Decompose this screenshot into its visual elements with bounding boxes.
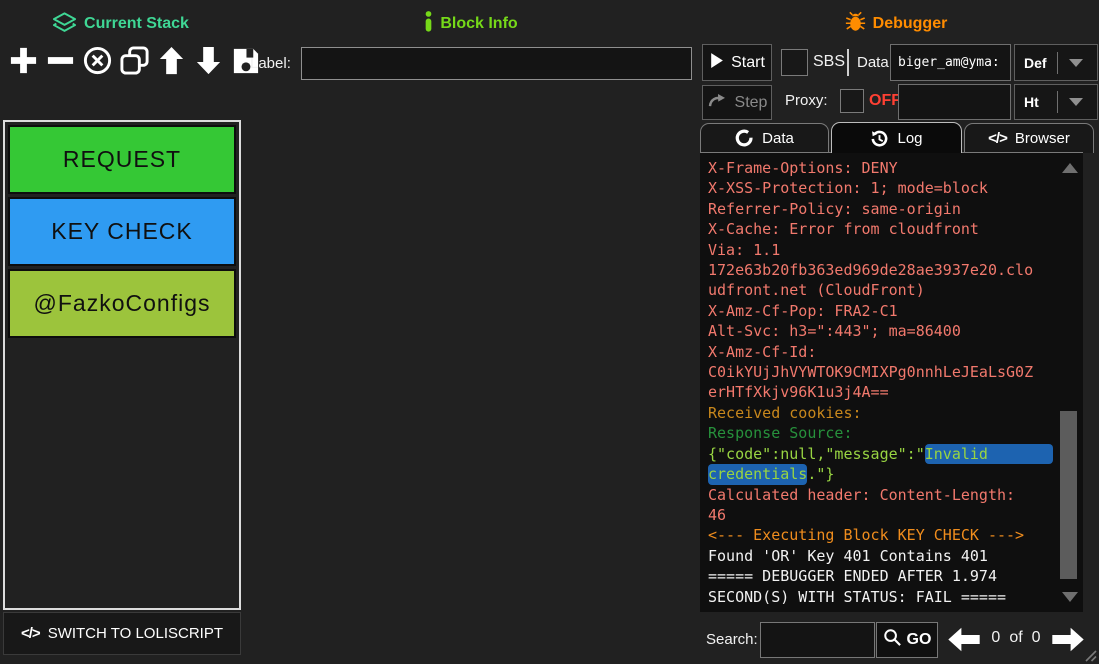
step-button[interactable]: Step: [702, 85, 772, 120]
proxy-type-dropdown[interactable]: Ht: [1014, 84, 1098, 120]
log-line: X-Frame-Options: DENY: [708, 158, 1053, 178]
clear-button[interactable]: [80, 46, 114, 80]
proxy-input[interactable]: [898, 84, 1011, 120]
log-line: SECOND(S) WITH STATUS: FAIL =====: [708, 587, 1053, 607]
remove-button[interactable]: [43, 46, 77, 80]
current-stack-title: Current Stack: [84, 15, 189, 33]
log-scrollbar[interactable]: [1059, 157, 1079, 608]
tab-data[interactable]: Data: [700, 123, 829, 153]
debugger-header: Debugger: [701, 12, 1091, 36]
log-line: Alt-Svc: h3=":443"; ma=86400: [708, 321, 1053, 341]
proxy-caption: Proxy:: [785, 92, 828, 109]
play-icon: [709, 52, 724, 74]
search-icon: [883, 628, 902, 652]
log-line: Referrer-Policy: same-origin: [708, 199, 1053, 219]
log-line: credentials."}: [708, 464, 1053, 484]
clone-icon: [119, 45, 150, 81]
block-info-title: Block Info: [440, 15, 517, 33]
log-line: C0ikYUjJhVYWTOK9CMIXPg0nnhLeJEaLsG0Z: [708, 362, 1053, 382]
log-content[interactable]: X-Frame-Options: DENYX-XSS-Protection: 1…: [708, 158, 1053, 608]
log-line: {"code":null,"message":"Invalid: [708, 444, 1053, 464]
log-line: <--- Executing Block KEY CHECK --->: [708, 525, 1053, 545]
debugger-title: Debugger: [873, 15, 948, 33]
previous-result-button[interactable]: [947, 626, 981, 653]
wordlist-type-value: Def: [1015, 55, 1055, 71]
search-go-button[interactable]: GO: [876, 622, 938, 658]
switch-to-loliscript-button[interactable]: </> SWITCH TO LOLISCRIPT: [3, 612, 241, 655]
scroll-up-icon[interactable]: [1062, 163, 1078, 173]
block-label-input[interactable]: [301, 47, 692, 80]
scrollbar-thumb[interactable]: [1060, 411, 1077, 579]
stack-block[interactable]: REQUEST: [8, 125, 236, 194]
log-line: X-Amz-Cf-Pop: FRA2-C1: [708, 301, 1053, 321]
log-line: 46: [708, 505, 1053, 525]
current-stack-header: Current Stack: [0, 12, 241, 36]
log-line: Response Source:: [708, 423, 1053, 443]
log-line: X-XSS-Protection: 1; mode=block: [708, 178, 1053, 198]
result-of-label: of: [1009, 629, 1022, 647]
sbs-label: SBS: [813, 53, 845, 71]
chevron-down-icon: [1069, 59, 1083, 67]
proxy-status-badge: OFF: [869, 92, 901, 110]
dropdown-divider: [1057, 91, 1058, 113]
layers-icon: [52, 11, 77, 38]
refresh-circle-icon: [735, 129, 754, 148]
data-caption: Data:: [857, 54, 893, 71]
scroll-down-icon[interactable]: [1062, 592, 1078, 602]
move-up-icon: [156, 45, 187, 81]
add-icon: [8, 45, 39, 81]
stack-toolbar: [6, 46, 262, 80]
chevron-down-icon: [1069, 98, 1083, 106]
info-icon: [424, 11, 433, 37]
debugger-log-panel: X-Frame-Options: DENYX-XSS-Protection: 1…: [700, 152, 1083, 612]
vertical-divider: [847, 49, 849, 76]
result-position: 0: [991, 629, 1000, 647]
step-redo-icon: [707, 93, 728, 113]
log-line: Received cookies:: [708, 403, 1053, 423]
next-result-button[interactable]: [1051, 626, 1085, 653]
log-line: ===== DEBUGGER ENDED AFTER 1.974: [708, 566, 1053, 586]
current-stack-panel: REQUESTKEY CHECK@FazkoConfigs: [3, 120, 241, 610]
dropdown-divider: [1057, 52, 1058, 74]
search-input[interactable]: [760, 622, 875, 658]
bug-icon: [845, 11, 866, 37]
tab-browser[interactable]: </> Browser: [964, 123, 1094, 153]
log-line: udfront.net (CloudFront): [708, 280, 1053, 300]
tab-log[interactable]: Log: [831, 122, 962, 153]
log-line: Calculated header: Content-Length:: [708, 485, 1053, 505]
clear-icon: [82, 45, 113, 81]
search-caption: Search:: [706, 631, 758, 648]
clone-button[interactable]: [117, 46, 151, 80]
stack-list: REQUESTKEY CHECK@FazkoConfigs: [8, 125, 236, 338]
start-button[interactable]: Start: [702, 44, 772, 81]
resize-grip[interactable]: [1083, 648, 1097, 662]
search-result-counter: 0 of 0: [985, 629, 1047, 647]
log-line: erHTfXkjv96K1u3j4A==: [708, 382, 1053, 402]
proxy-type-value: Ht: [1015, 94, 1055, 110]
log-line: X-Cache: Error from cloudfront: [708, 219, 1053, 239]
wordlist-type-dropdown[interactable]: Def: [1014, 44, 1098, 81]
debugger-data-input[interactable]: [890, 44, 1011, 81]
move-up-button[interactable]: [154, 46, 188, 80]
proxy-checkbox[interactable]: [840, 89, 864, 113]
code-icon: </>: [21, 625, 40, 642]
log-line: Found 'OR' Key 401 Contains 401: [708, 546, 1053, 566]
log-line: X-Amz-Cf-Id:: [708, 342, 1053, 362]
add-button[interactable]: [6, 46, 40, 80]
remove-icon: [45, 45, 76, 81]
log-line: Via: 1.1: [708, 240, 1053, 260]
block-info-header: Block Info: [241, 12, 701, 36]
history-icon: [870, 129, 889, 148]
move-down-icon: [193, 45, 224, 81]
stack-block[interactable]: @FazkoConfigs: [8, 269, 236, 338]
log-line: 172e63b20fb363ed969de28ae3937e20.clo: [708, 260, 1053, 280]
code-icon: </>: [988, 130, 1007, 147]
result-total: 0: [1032, 629, 1041, 647]
label-caption: Label:: [250, 55, 298, 72]
move-down-button[interactable]: [191, 46, 225, 80]
stack-block[interactable]: KEY CHECK: [8, 197, 236, 266]
sbs-checkbox[interactable]: [781, 49, 808, 76]
